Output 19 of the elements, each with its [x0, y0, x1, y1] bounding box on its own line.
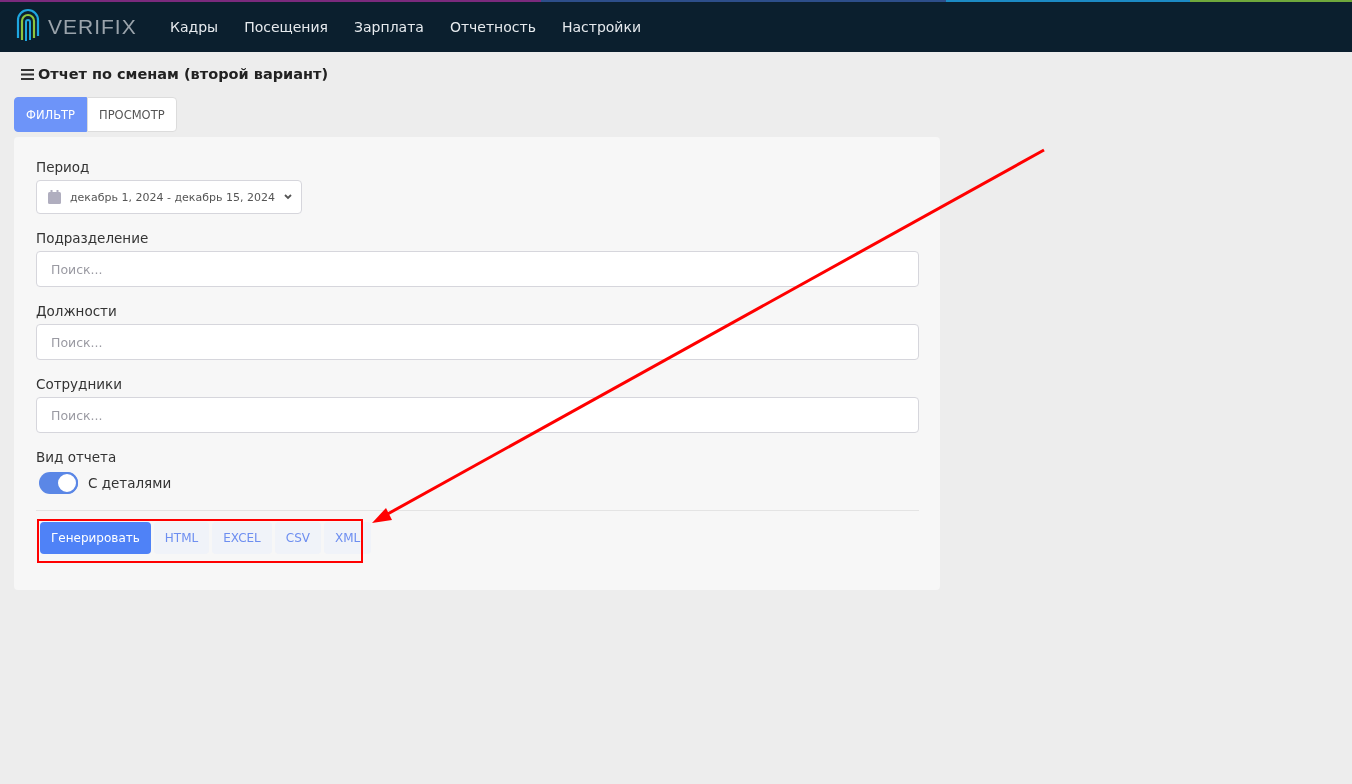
date-range-picker[interactable]: декабрь 1, 2024 - декабрь 15, 2024: [36, 180, 302, 214]
tab[interactable]: ПРОСМОТР: [87, 97, 177, 132]
generate-button[interactable]: Генерировать: [40, 522, 151, 554]
nav-link[interactable]: Отчетность: [449, 19, 536, 35]
field-label: Период: [36, 159, 91, 175]
nav-link[interactable]: Посещения: [244, 19, 329, 35]
nav-link[interactable]: Зарплата: [354, 19, 424, 35]
field-label: Подразделение: [36, 230, 150, 246]
field-label: Вид отчета: [36, 449, 118, 465]
logo-text: VERIFIX: [48, 15, 137, 39]
search-field[interactable]: Поиск...: [36, 397, 919, 433]
field-label: Сотрудники: [36, 376, 123, 392]
search-field[interactable]: Поиск...: [36, 324, 919, 360]
field-label: Должности: [36, 303, 118, 319]
search-field[interactable]: Поиск...: [36, 251, 919, 287]
toggle-label: С деталями: [88, 475, 172, 491]
page-title: Отчет по сменам (второй вариант): [38, 66, 329, 82]
nav-link[interactable]: Настройки: [561, 19, 641, 35]
nav-link[interactable]: Кадры: [170, 19, 219, 35]
